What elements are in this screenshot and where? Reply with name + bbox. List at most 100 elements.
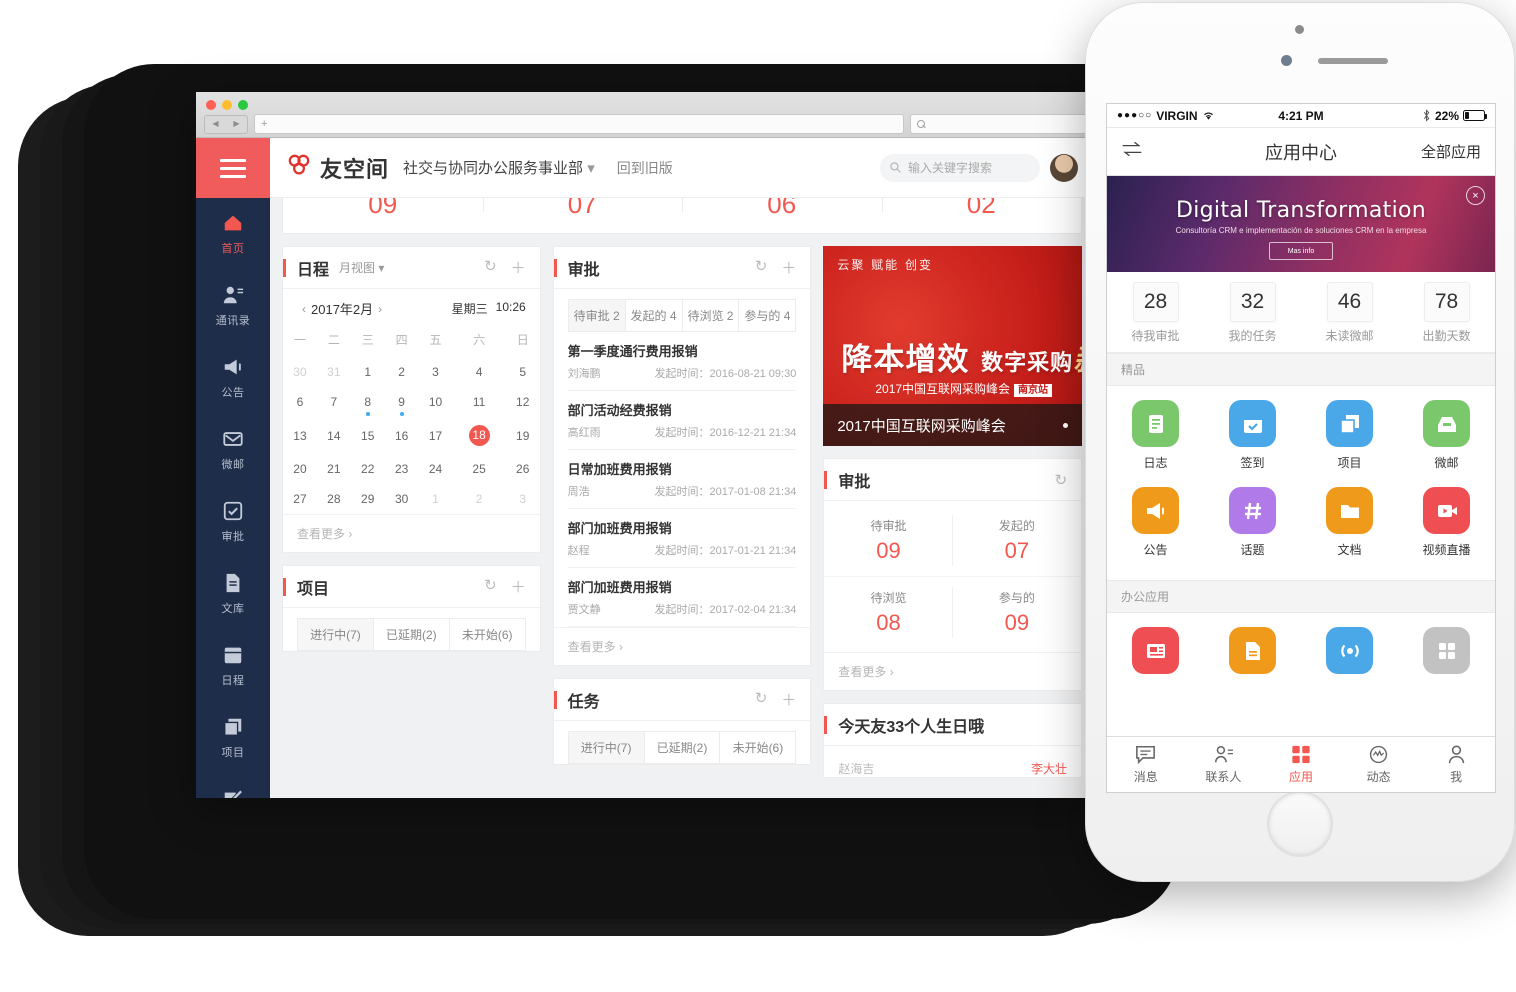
add-icon[interactable]: ＋ [511, 257, 526, 278]
avatar[interactable] [1050, 153, 1078, 182]
app-tile[interactable]: 公告 [1107, 487, 1204, 558]
maximize-icon[interactable] [238, 100, 248, 110]
ad-more-info-button[interactable]: Mas info [1269, 242, 1333, 260]
sidebar-item-contacts[interactable]: 通讯录 [196, 270, 270, 342]
calendar-day-cell[interactable]: 15 [351, 417, 385, 454]
old-version-link[interactable]: 回到旧版 [617, 158, 673, 178]
approval-count-pending[interactable]: 待审批 09 [824, 505, 954, 577]
transfer-icon[interactable] [1121, 141, 1143, 162]
calendar-day-cell[interactable]: 27 [283, 484, 317, 514]
tab-messages[interactable]: 消息 [1107, 737, 1185, 792]
calendar-day-cell[interactable]: 30 [283, 357, 317, 387]
approval-count-initiated[interactable]: 发起的 07 [952, 505, 1081, 577]
approval-tab-involved[interactable]: 参与的 4 [738, 299, 797, 332]
calendar-day-cell[interactable]: 10 [419, 387, 453, 417]
window-controls[interactable] [206, 100, 248, 110]
browser-search-input[interactable] [910, 114, 1088, 134]
banner-dot[interactable] [1063, 422, 1069, 428]
calendar-day-cell[interactable]: 30 [385, 484, 419, 514]
approval-tab-pending[interactable]: 待审批 2 [567, 299, 626, 332]
calendar-day-cell[interactable]: 17 [419, 417, 453, 454]
calendar-day-cell[interactable]: 1 [351, 357, 385, 387]
refresh-icon[interactable]: ↻ [484, 257, 497, 278]
calendar-day-cell[interactable]: 12 [506, 387, 540, 417]
tab-me[interactable]: 我 [1417, 737, 1495, 792]
app-tile[interactable]: 项目 [1301, 400, 1398, 471]
sidebar-item-project[interactable]: 项目 [196, 702, 270, 774]
calendar-day-cell[interactable]: 26 [506, 454, 540, 484]
calendar-day-cell[interactable]: 1 [419, 484, 453, 514]
calendar-day-cell[interactable]: 6 [283, 387, 317, 417]
phone-stat-unread-mail[interactable]: 46 未读微邮 [1301, 282, 1398, 344]
calendar-day-cell[interactable]: 11 [452, 387, 505, 417]
app-tile[interactable] [1107, 627, 1204, 681]
phone-stat-pending-approval[interactable]: 28 待我审批 [1107, 282, 1204, 344]
calendar-day-cell[interactable]: 20 [283, 454, 317, 484]
calendar-day-cell[interactable]: 24 [419, 454, 453, 484]
calendar-day-cell[interactable]: 9 [385, 387, 419, 417]
refresh-icon[interactable]: ↻ [484, 576, 497, 597]
calendar-day-cell[interactable]: 28 [317, 484, 351, 514]
task-tab-notstarted[interactable]: 未开始(6) [719, 731, 797, 764]
calendar-day-cell[interactable]: 13 [283, 417, 317, 454]
approval-count-toview[interactable]: 待浏览 08 [824, 577, 954, 648]
calendar-day-cell[interactable]: 18 [452, 417, 505, 454]
phone-stat-attendance-days[interactable]: 78 出勤天数 [1398, 282, 1495, 344]
calendar-day-cell[interactable]: 2 [385, 357, 419, 387]
add-icon[interactable]: ＋ [511, 576, 526, 597]
add-icon[interactable]: ＋ [781, 689, 796, 710]
approval-count-involved[interactable]: 参与的 09 [953, 577, 1081, 648]
app-tile[interactable]: 日志 [1107, 400, 1204, 471]
calendar-day-cell[interactable]: 4 [452, 357, 505, 387]
app-tile[interactable] [1398, 627, 1495, 681]
refresh-icon[interactable]: ↻ [755, 257, 768, 278]
project-tab-delayed[interactable]: 已延期(2) [372, 618, 450, 651]
phone-stat-my-tasks[interactable]: 32 我的任务 [1204, 282, 1301, 344]
all-apps-button[interactable]: 全部应用 [1421, 141, 1481, 162]
project-tab-notstarted[interactable]: 未开始(6) [448, 618, 526, 651]
header-search-box[interactable]: 输入关键字搜索 [880, 153, 1040, 182]
calendar-day-cell[interactable]: 5 [506, 357, 540, 387]
approval-counts-view-more[interactable]: 查看更多 › [824, 652, 1082, 690]
sidebar-item-mail[interactable]: 微邮 [196, 414, 270, 486]
sidebar-item-approval[interactable]: 审批 [196, 486, 270, 558]
approval-tab-toview[interactable]: 待浏览 2 [681, 299, 740, 332]
prev-month-button[interactable]: ‹ [297, 302, 311, 316]
back-icon[interactable]: ◀ [212, 120, 218, 128]
approval-row[interactable]: 部门活动经费报销 高红雨 发起时间：2016-12-21 21:34 [567, 391, 797, 450]
approval-view-more[interactable]: 查看更多 › [553, 627, 811, 665]
home-button[interactable] [1267, 791, 1333, 857]
app-tile[interactable] [1301, 627, 1398, 681]
url-input[interactable]: + [254, 114, 904, 134]
app-tile[interactable] [1204, 627, 1301, 681]
calendar-day-cell[interactable]: 3 [419, 357, 453, 387]
schedule-view-selector[interactable]: 月视图 ▾ [339, 259, 384, 276]
sidebar-item-home[interactable]: 首页 [196, 198, 270, 270]
refresh-icon[interactable]: ↻ [755, 689, 768, 710]
calendar-day-cell[interactable]: 16 [385, 417, 419, 454]
approval-row[interactable]: 部门加班费用报销 贾文静 发起时间：2017-02-04 21:34 [567, 568, 797, 627]
app-tile[interactable]: 微邮 [1398, 400, 1495, 471]
approval-row[interactable]: 部门加班费用报销 赵程 发起时间：2017-01-21 21:34 [567, 509, 797, 568]
approval-tab-initiated[interactable]: 发起的 4 [624, 299, 683, 332]
banner-dots[interactable] [1063, 422, 1069, 428]
hamburger-menu-button[interactable] [196, 138, 270, 198]
next-month-button[interactable]: › [373, 302, 387, 316]
add-icon[interactable]: ＋ [781, 257, 796, 278]
project-tab-ongoing[interactable]: 进行中(7) [297, 618, 374, 651]
app-tile[interactable]: 视频直播 [1398, 487, 1495, 558]
calendar-day-cell[interactable]: 23 [385, 454, 419, 484]
calendar-day-cell[interactable]: 31 [317, 357, 351, 387]
calendar-day-cell[interactable]: 2 [452, 484, 505, 514]
calendar-day-cell[interactable]: 19 [506, 417, 540, 454]
forward-icon[interactable]: ▶ [233, 120, 239, 128]
app-tile[interactable]: 话题 [1204, 487, 1301, 558]
minimize-icon[interactable] [222, 100, 232, 110]
department-selector[interactable]: 社交与协同办公服务事业部 ▾ [403, 157, 595, 178]
calendar-day-cell[interactable]: 22 [351, 454, 385, 484]
close-icon[interactable] [206, 100, 216, 110]
sidebar-item-library[interactable]: 文库 [196, 558, 270, 630]
app-tile[interactable]: 签到 [1204, 400, 1301, 471]
sidebar-item-schedule[interactable]: 日程 [196, 630, 270, 702]
close-icon[interactable]: × [1466, 186, 1485, 205]
